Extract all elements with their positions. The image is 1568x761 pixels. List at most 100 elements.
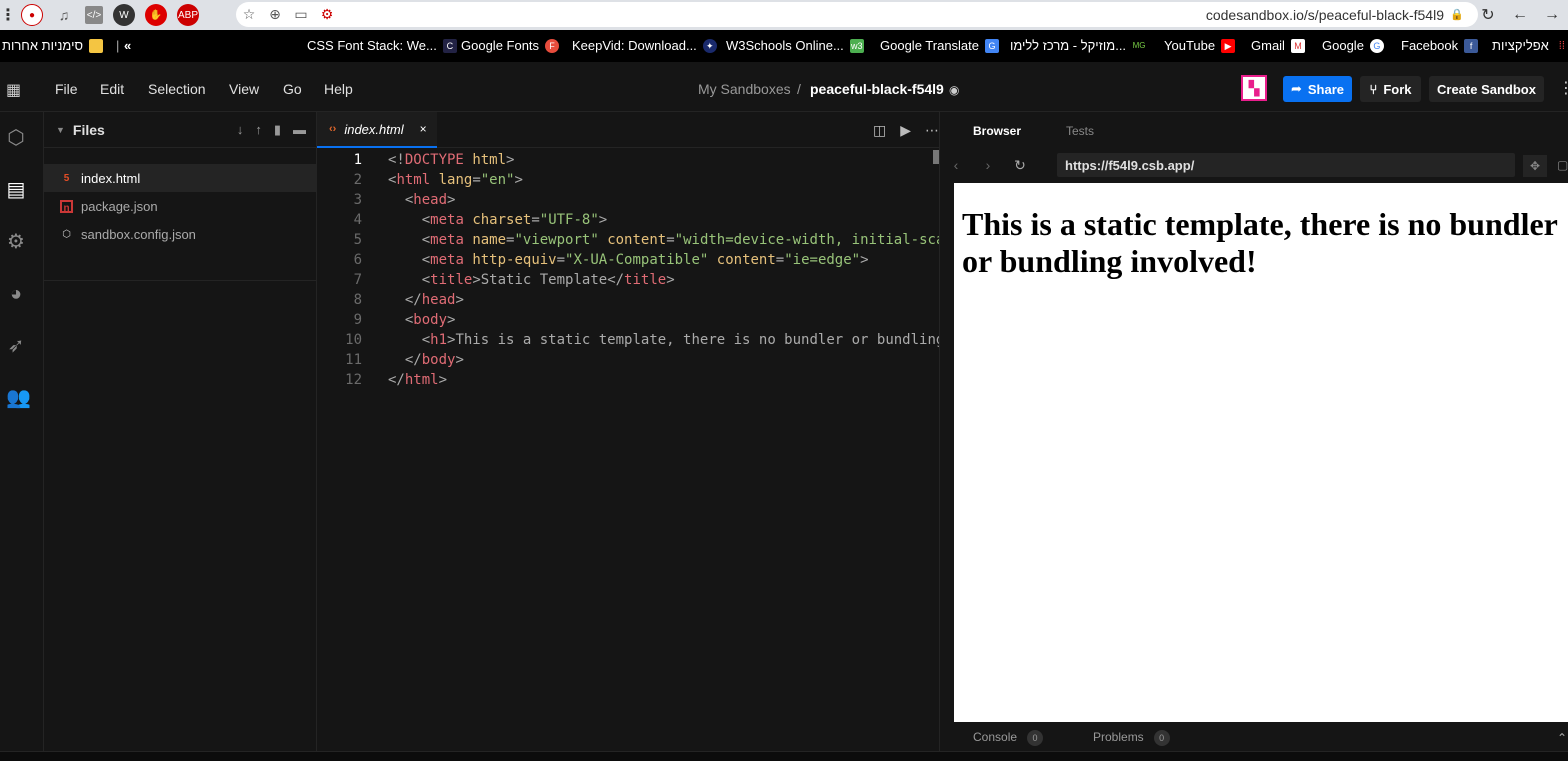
code-line: 2 <html lang="en"> xyxy=(353,172,523,188)
bookmark-apps[interactable]: אפליקציות ⁞⁞ xyxy=(1492,38,1568,53)
wordpress-extension-icon[interactable]: W xyxy=(113,4,135,26)
code-editor: ‹› index.html × ◫ ▶ ⋯ 1 <!DOCTYPE html> 2… xyxy=(317,112,939,751)
facebook-icon: f xyxy=(1464,38,1479,53)
menu-view[interactable]: View xyxy=(229,81,259,97)
preview-page: This is a static template, there is no b… xyxy=(954,183,1568,722)
adblock-extension-icon[interactable]: ✋ xyxy=(145,4,167,26)
file-item-sandbox-config[interactable]: ⬡ sandbox.config.json xyxy=(44,220,317,248)
preview-layout-icon[interactable]: ✥ xyxy=(1523,155,1547,177)
address-bar[interactable]: ☆ ⊕ ▭ ⚙ codesandbox.io/s/peaceful-black-… xyxy=(236,2,1478,27)
more-horizontal-icon[interactable]: ⋯ xyxy=(925,122,939,139)
console-bar: Console 0 Problems 0 ⌃ xyxy=(940,724,1568,751)
avatar[interactable]: ▚ xyxy=(1241,75,1267,101)
abp-extension-icon[interactable]: ABP xyxy=(177,4,199,26)
google-icon: G xyxy=(1369,38,1384,53)
bookmark-facebook[interactable]: Facebook f xyxy=(1401,38,1479,53)
chrome-menu-icon[interactable]: ⋮ xyxy=(0,5,16,25)
youtube-icon: ▶ xyxy=(1221,38,1236,53)
googlefonts-icon: F xyxy=(545,38,560,53)
rocket-deploy-icon[interactable]: ➶ xyxy=(6,336,26,356)
tab-tests[interactable]: Tests xyxy=(1066,124,1094,138)
split-view-icon[interactable]: ◫ xyxy=(873,122,886,139)
file-item-package-json[interactable]: n package.json xyxy=(44,192,317,220)
globe-icon[interactable]: ◉ xyxy=(949,83,959,97)
csb-header: ▦ File Edit Selection View Go Help My Sa… xyxy=(0,62,1568,112)
playlist-extension-icon[interactable]: ♫ xyxy=(53,4,75,26)
tab-browser[interactable]: Browser xyxy=(973,124,1021,138)
files-title: Files xyxy=(72,121,105,138)
breadcrumb-parent[interactable]: My Sandboxes xyxy=(698,81,791,97)
bookmark-star-icon[interactable]: ☆ xyxy=(236,6,262,23)
new-file-icon[interactable]: ▮ xyxy=(274,122,281,138)
code-line: 7 <title>Static Template</title> xyxy=(353,272,675,288)
github-icon[interactable]: ◕ xyxy=(6,284,26,304)
live-users-icon[interactable]: 👥 xyxy=(6,388,31,408)
preview-icon[interactable]: ▶ xyxy=(900,122,911,139)
chrome-navigation: ↻ ← → xyxy=(1472,0,1568,30)
menu-selection[interactable]: Selection xyxy=(148,81,206,97)
cast-icon[interactable]: ▭ xyxy=(288,6,314,23)
bookmark-youtube[interactable]: YouTube ▶ xyxy=(1164,38,1236,53)
code-line: 1 <!DOCTYPE html> xyxy=(353,152,515,168)
preview-refresh-icon[interactable]: ↻ xyxy=(1004,157,1036,174)
bookmark-music[interactable]: מוזיקל - מרכז ללימו... MG xyxy=(1010,38,1146,53)
back-arrow-icon[interactable]: ← xyxy=(1504,6,1536,24)
lock-icon[interactable]: 🔒 xyxy=(1450,8,1464,21)
collapse-caret-icon[interactable]: ▼ xyxy=(56,125,65,135)
w3schools-icon: w3 xyxy=(849,38,864,53)
translate-icon: G xyxy=(985,38,1000,53)
console-tab[interactable]: Console 0 xyxy=(973,729,1044,746)
bookmark-other[interactable]: סימניות אחרות xyxy=(2,38,104,53)
problems-tab[interactable]: Problems 0 xyxy=(1093,729,1170,746)
extension-puzzle-icon[interactable]: ⚙ xyxy=(314,6,340,23)
cube-icon[interactable]: ⬡ xyxy=(6,128,26,148)
code-area[interactable]: 1 <!DOCTYPE html> 2 <html lang="en"> 3 <he… xyxy=(317,150,939,390)
new-folder-icon[interactable]: ▬ xyxy=(293,122,306,138)
bookmark-googlefonts[interactable]: Google Fonts F xyxy=(461,38,560,53)
download-icon[interactable]: ↓ xyxy=(237,122,244,138)
upload-icon[interactable]: ↑ xyxy=(255,122,262,138)
preview-forward-icon[interactable]: › xyxy=(972,157,1004,173)
bookmark-google[interactable]: Google G xyxy=(1322,38,1384,53)
menu-edit[interactable]: Edit xyxy=(100,81,124,97)
codesandbox-cube-icon: ⬡ xyxy=(62,228,71,240)
file-explorer-icon[interactable]: ▤ xyxy=(6,180,26,200)
more-menu-icon[interactable]: ⋮ xyxy=(1558,78,1568,98)
address-url[interactable]: codesandbox.io/s/peaceful-black-f54l9 xyxy=(1206,7,1444,23)
code-line: 11 </body> xyxy=(345,352,464,368)
preview-window-icon[interactable]: ▢ xyxy=(1557,158,1568,172)
bookmark-gmail[interactable]: Gmail M xyxy=(1251,38,1305,53)
chevron-up-icon[interactable]: ⌃ xyxy=(1557,731,1567,745)
forward-arrow-icon[interactable]: → xyxy=(1536,6,1568,24)
bookmark-translate[interactable]: Google Translate G xyxy=(880,38,1000,53)
reload-icon[interactable]: ↻ xyxy=(1472,5,1504,25)
menu-go[interactable]: Go xyxy=(283,81,302,97)
editor-actions: ◫ ▶ ⋯ xyxy=(873,122,939,139)
file-item-index-html[interactable]: 5 index.html xyxy=(44,164,317,192)
profile-avatar-icon[interactable]: ● xyxy=(21,4,43,26)
gmail-icon: M xyxy=(1290,38,1305,53)
dashboard-icon[interactable]: ▦ xyxy=(6,80,21,100)
create-sandbox-button[interactable]: Create Sandbox xyxy=(1429,76,1544,102)
bookmark-cssfontstack[interactable]: CSS Font Stack: We... C xyxy=(307,38,457,53)
chevron-double-icon[interactable]: « xyxy=(124,38,131,53)
zoom-icon[interactable]: ⊕ xyxy=(262,6,288,23)
editor-tabs: ‹› index.html × ◫ ▶ ⋯ xyxy=(317,112,939,148)
share-button[interactable]: ➦ Share xyxy=(1283,76,1352,102)
files-actions: ↓ ↑ ▮ ▬ xyxy=(237,122,306,138)
code-extension-icon[interactable]: </> xyxy=(85,6,103,24)
menu-file[interactable]: File xyxy=(55,81,78,97)
code-line: 10 <h1>This is a static template, there … xyxy=(345,332,939,348)
sandbox-name[interactable]: peaceful-black-f54l9 xyxy=(810,81,944,97)
preview-back-icon[interactable]: ‹ xyxy=(940,157,972,173)
close-icon[interactable]: × xyxy=(420,122,427,136)
keepvid-icon: ✦ xyxy=(702,38,717,53)
bookmark-w3schools[interactable]: W3Schools Online... w3 xyxy=(726,38,864,53)
preview-url-input[interactable]: https://f54l9.csb.app/ xyxy=(1057,153,1515,177)
tab-index-html[interactable]: ‹› index.html × xyxy=(317,112,437,148)
fork-button[interactable]: ⑂ Fork xyxy=(1360,76,1421,102)
menu-help[interactable]: Help xyxy=(324,81,353,97)
problems-count-badge: 0 xyxy=(1153,729,1170,746)
settings-gear-icon[interactable]: ⚙ xyxy=(6,232,26,252)
bookmark-keepvid[interactable]: KeepVid: Download... ✦ xyxy=(572,38,717,53)
